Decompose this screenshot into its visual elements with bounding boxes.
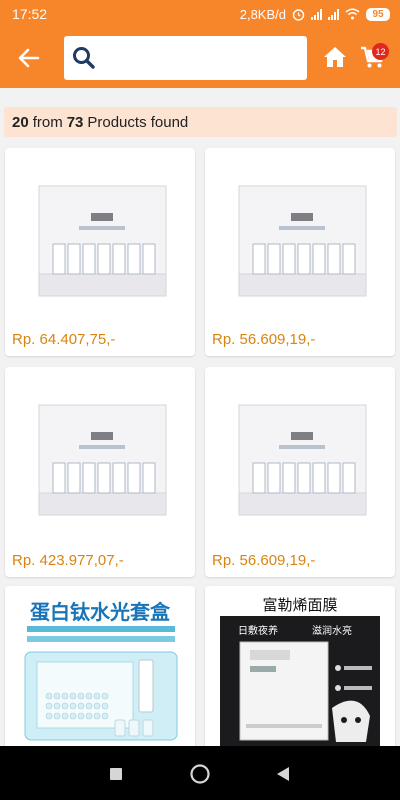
circle-home-icon — [190, 764, 210, 784]
product-card[interactable]: 蛋白钛水光套盒 — [5, 586, 195, 756]
results-suffix: Products found — [87, 113, 189, 131]
search-box[interactable] — [64, 36, 307, 80]
home-icon[interactable] — [322, 44, 348, 70]
search-input[interactable] — [102, 36, 307, 80]
home-button[interactable] — [187, 761, 213, 787]
product-price: Rp. 423.977,07,- — [12, 552, 124, 569]
app-bar: 12 — [0, 28, 400, 88]
system-nav-bar — [0, 746, 400, 800]
alarm-icon — [292, 8, 305, 21]
product-image — [38, 404, 167, 516]
product-card[interactable]: 富勒烯面膜 日敷夜养 滋润水亮 — [205, 586, 395, 756]
status-time: 17:52 — [12, 6, 48, 22]
results-summary: 20 from 73 Products found — [4, 107, 397, 137]
product-caption: 富勒烯面膜 — [262, 596, 338, 614]
status-bar: 17:52 2,8KB/d 95 — [0, 0, 400, 28]
product-card[interactable]: Rp. 56.609,19,- — [205, 148, 395, 356]
product-card[interactable]: Rp. 64.407,75,- — [5, 148, 195, 356]
back-arrow-icon — [18, 48, 40, 68]
product-card[interactable]: Rp. 423.977,07,- — [5, 367, 195, 577]
cart-badge: 12 — [372, 43, 389, 60]
recents-button[interactable] — [103, 761, 129, 787]
mask-package-graphic — [239, 641, 372, 742]
results-shown-count: 20 — [12, 113, 29, 131]
product-caption: 蛋白钛水光套盒 — [30, 600, 170, 624]
back-nav-button[interactable] — [270, 761, 296, 787]
wifi-icon — [345, 8, 360, 20]
product-price: Rp. 56.609,19,- — [212, 552, 316, 569]
battery-indicator: 95 — [366, 7, 390, 21]
network-speed: 2,8KB/d — [239, 6, 286, 22]
signal-icon-2 — [328, 8, 339, 20]
product-image — [24, 626, 178, 741]
search-icon — [73, 47, 95, 69]
status-icons: 2,8KB/d 95 — [240, 7, 390, 22]
triangle-back-icon — [277, 767, 289, 781]
product-card[interactable]: Rp. 56.609,19,- — [205, 367, 395, 577]
results-from-word: from — [32, 113, 63, 131]
back-button[interactable] — [14, 44, 44, 72]
product-price: Rp. 64.407,75,- — [12, 331, 116, 348]
square-recents-icon — [110, 768, 122, 780]
product-image: 日敷夜养 滋润水亮 — [220, 616, 380, 746]
product-image — [238, 185, 367, 297]
product-image — [238, 404, 367, 516]
product-image — [38, 185, 167, 297]
signal-icon-1 — [311, 8, 322, 20]
results-total-count: 73 — [66, 113, 84, 131]
product-price: Rp. 56.609,19,- — [212, 331, 316, 348]
